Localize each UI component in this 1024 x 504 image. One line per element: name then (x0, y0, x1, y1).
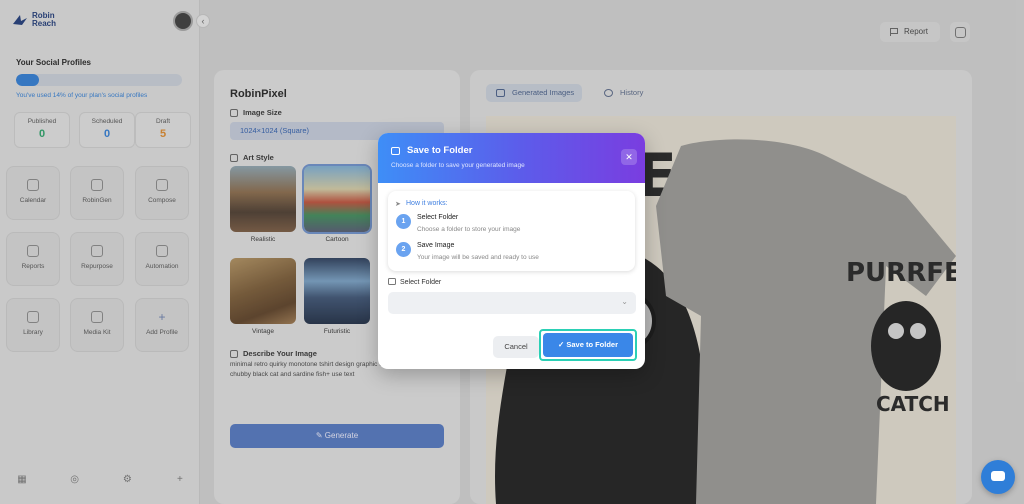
save-to-folder-modal: Save to Folder Choose a folder to save y… (378, 133, 645, 369)
folder-icon (388, 278, 396, 285)
close-modal-button[interactable]: ✕ (621, 149, 637, 165)
step-number: 1 (396, 214, 411, 229)
step-description: Choose a folder to store your image (417, 226, 521, 233)
modal-title: Save to Folder (407, 145, 473, 156)
folder-icon (391, 147, 400, 155)
cancel-button[interactable]: Cancel (493, 336, 539, 358)
how-it-works-title: How it works: (406, 200, 448, 207)
step-title: Save Image (417, 242, 455, 249)
chevron-down-icon: ⌄ (621, 297, 628, 306)
step-title: Select Folder (417, 214, 459, 221)
folder-select[interactable]: ⌄ (388, 292, 636, 314)
step-number: 2 (396, 242, 411, 257)
how-it-works-box: ➤ How it works: 1 Select Folder Choose a… (388, 191, 635, 271)
save-button-highlight: ✓ Save to Folder (539, 329, 637, 361)
modal-subtitle: Choose a folder to save your generated i… (391, 162, 525, 169)
select-folder-label: Select Folder (400, 279, 442, 286)
rocket-icon: ➤ (395, 201, 401, 208)
modal-header: Save to Folder Choose a folder to save y… (378, 133, 645, 183)
chat-support-button[interactable] (981, 460, 1015, 494)
step-description: Your image will be saved and ready to us… (417, 254, 539, 261)
save-to-folder-button[interactable]: ✓ Save to Folder (543, 333, 633, 357)
save-label: Save to Folder (566, 340, 619, 349)
